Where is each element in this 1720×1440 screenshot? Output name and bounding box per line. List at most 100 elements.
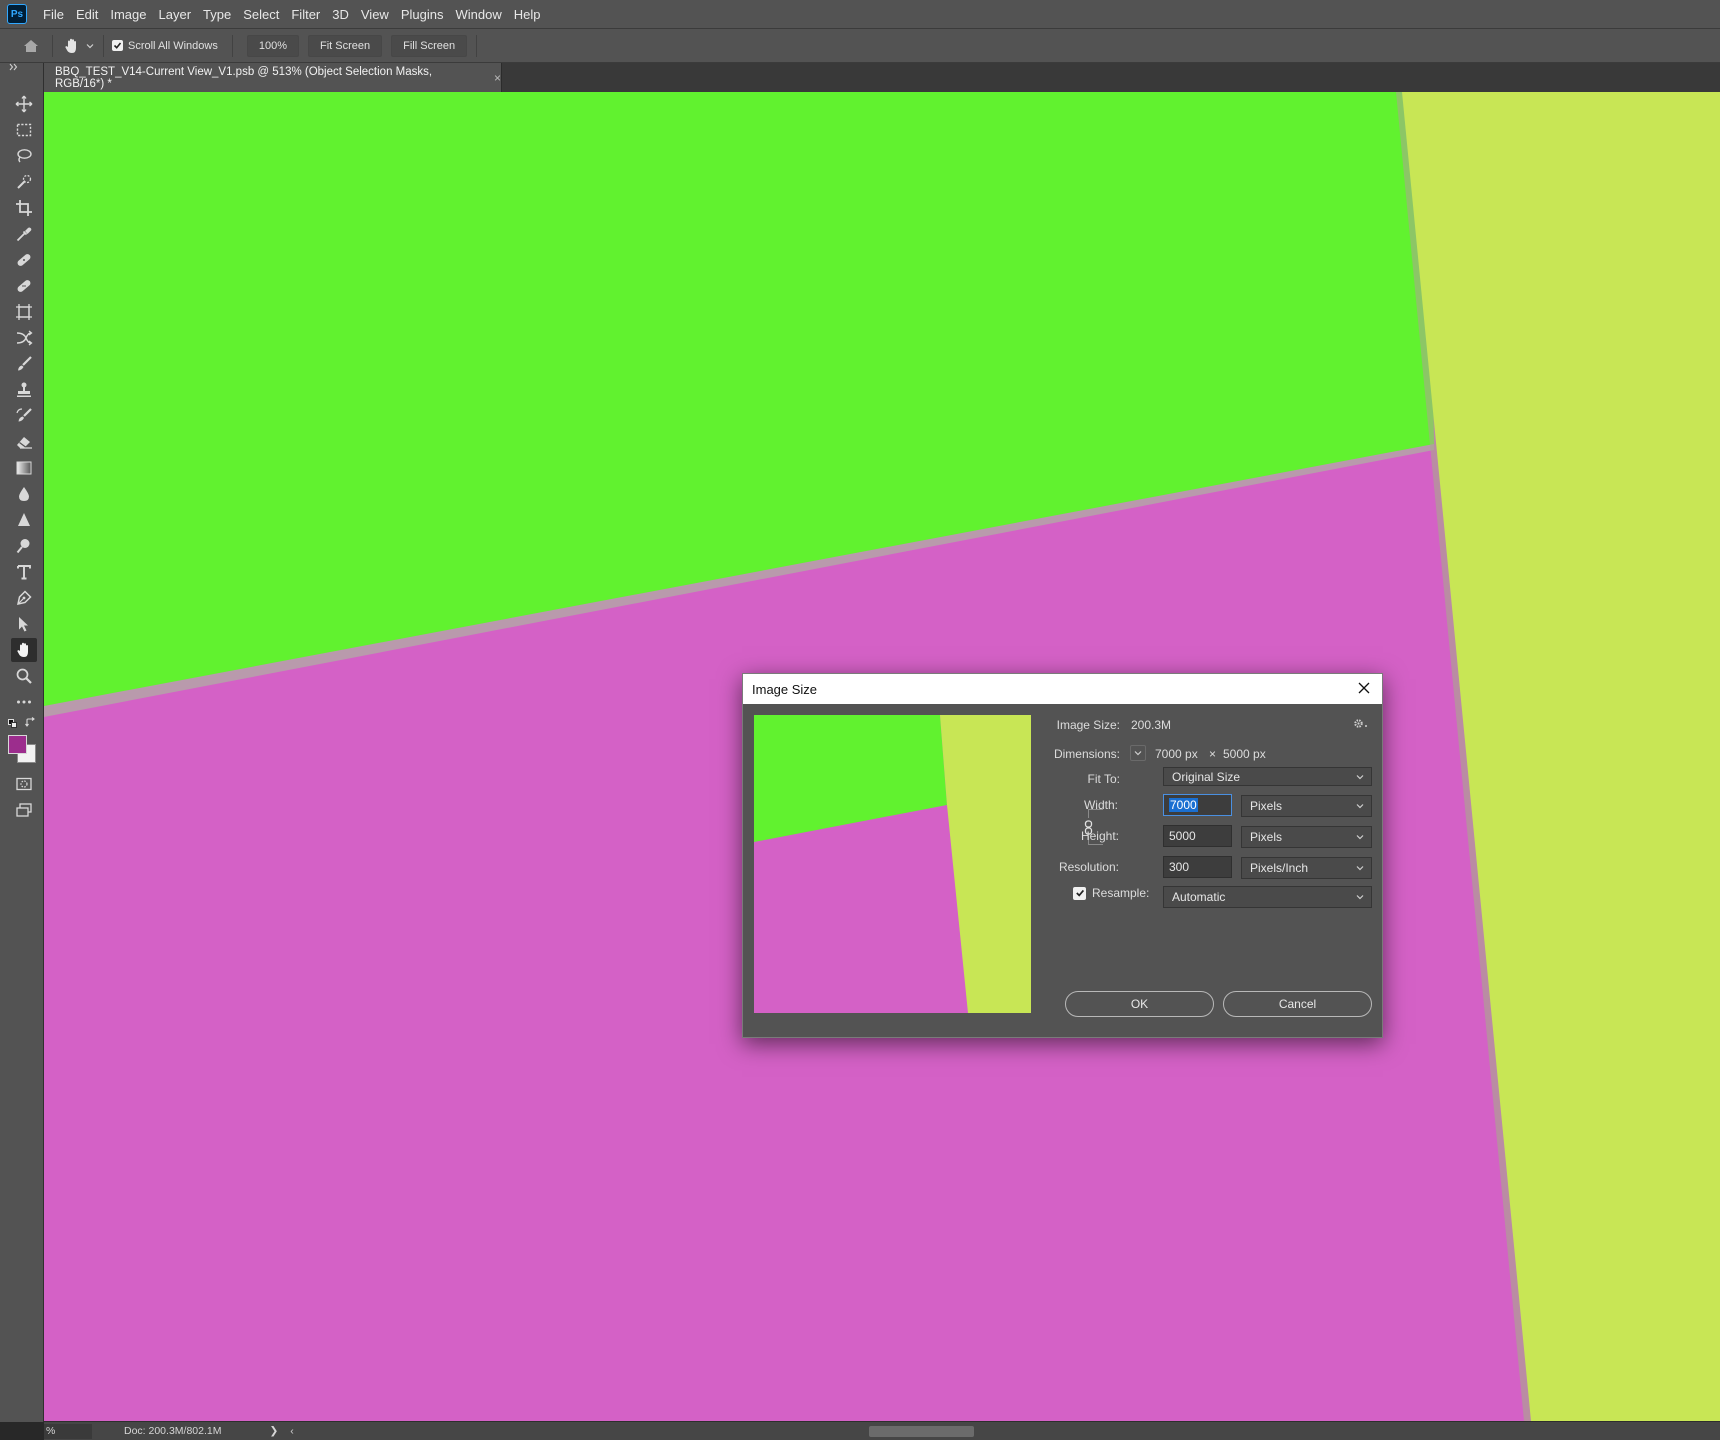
more-icon xyxy=(17,700,31,704)
blur-tool[interactable] xyxy=(11,482,37,506)
marquee-tool[interactable] xyxy=(11,118,37,142)
image-preview[interactable] xyxy=(754,715,1031,1013)
resolution-input[interactable]: 300 xyxy=(1163,856,1232,878)
menu-layer[interactable]: Layer xyxy=(153,0,198,29)
menu-filter[interactable]: Filter xyxy=(285,0,326,29)
tools-panel xyxy=(0,63,44,1422)
resolution-input-value: 300 xyxy=(1169,860,1190,874)
edit-toolbar[interactable] xyxy=(11,690,37,714)
photoshop-logo[interactable]: Ps xyxy=(7,4,27,24)
width-unit-select[interactable]: Pixels xyxy=(1241,795,1372,817)
width-label: Width: xyxy=(1083,798,1118,812)
eyedropper-tool[interactable] xyxy=(11,222,37,246)
hand-tool[interactable] xyxy=(11,638,37,662)
resolution-unit-select[interactable]: Pixels/Inch xyxy=(1241,857,1372,879)
move-tool[interactable] xyxy=(11,92,37,116)
frame-tool[interactable] xyxy=(11,300,37,324)
chevron-down-icon xyxy=(1356,895,1364,900)
close-icon[interactable] xyxy=(1354,678,1374,698)
resample-method-value: Automatic xyxy=(1172,890,1226,904)
gradient-icon xyxy=(16,461,32,475)
menu-file[interactable]: File xyxy=(37,0,70,29)
dimensions-units-dropdown[interactable] xyxy=(1130,745,1146,761)
fit-screen-button[interactable]: Fit Screen xyxy=(308,34,383,57)
status-bar: % Doc: 200.3M/802.1M ❯ ‹ xyxy=(44,1421,1720,1440)
height-input[interactable]: 5000 xyxy=(1163,825,1232,847)
foreground-color-swatch[interactable] xyxy=(8,735,27,754)
zoom-100-button[interactable]: 100% xyxy=(246,34,299,57)
content-aware-move-tool[interactable] xyxy=(11,326,37,350)
menu-view[interactable]: View xyxy=(355,0,395,29)
menu-window[interactable]: Window xyxy=(449,0,507,29)
sharpen-tool[interactable] xyxy=(11,508,37,532)
menu-plugins[interactable]: Plugins xyxy=(395,0,450,29)
height-unit-select[interactable]: Pixels xyxy=(1241,826,1372,848)
lasso-tool[interactable] xyxy=(11,144,37,168)
menu-type[interactable]: Type xyxy=(197,0,237,29)
clone-stamp-tool[interactable] xyxy=(11,378,37,402)
hand-icon xyxy=(65,38,76,53)
zoom-tool[interactable] xyxy=(11,664,37,688)
lasso-icon xyxy=(17,149,32,163)
dialog-titlebar[interactable]: Image Size xyxy=(743,674,1382,704)
collapse-panel-icon[interactable] xyxy=(9,63,18,74)
quick-mask-button[interactable] xyxy=(11,772,37,796)
menu-edit[interactable]: Edit xyxy=(70,0,104,29)
fit-to-select[interactable]: Original Size xyxy=(1163,767,1372,786)
scroll-all-windows-checkbox[interactable]: Scroll All Windows xyxy=(112,40,218,52)
bandage-icon xyxy=(17,280,31,292)
type-tool[interactable] xyxy=(11,560,37,584)
preview-image xyxy=(754,715,1031,1013)
cancel-button[interactable]: Cancel xyxy=(1223,991,1372,1017)
document-tab[interactable]: BBQ_TEST_V14-Current View_V1.psb @ 513% … xyxy=(44,63,502,92)
history-brush-tool[interactable] xyxy=(11,404,37,428)
width-input[interactable]: 7000 xyxy=(1163,794,1232,816)
close-tab-icon[interactable]: × xyxy=(494,71,501,85)
frame-icon xyxy=(16,304,32,320)
crop-tool[interactable] xyxy=(11,196,37,220)
history-brush-icon xyxy=(16,408,32,422)
triangle-icon xyxy=(18,513,30,526)
dodge-tool[interactable] xyxy=(11,534,37,558)
options-separator xyxy=(476,34,478,57)
chevron-down-icon xyxy=(86,43,94,48)
object-selection-tool[interactable] xyxy=(11,170,37,194)
options-separator xyxy=(231,34,233,57)
dimensions-width-value: 7000 px xyxy=(1155,747,1198,761)
screen-mode-button[interactable] xyxy=(11,798,37,822)
resample-method-select[interactable]: Automatic xyxy=(1163,886,1372,908)
fill-screen-button[interactable]: Fill Screen xyxy=(391,34,468,57)
image-size-value: 200.3M xyxy=(1131,718,1172,732)
swap-colors-icon[interactable] xyxy=(25,717,36,731)
healing-brush-tool[interactable] xyxy=(11,274,37,298)
resample-checkbox[interactable]: Resample: xyxy=(1073,886,1149,900)
height-label: Height: xyxy=(1080,829,1119,843)
status-menu-arrow[interactable]: ❯ xyxy=(269,1425,278,1437)
brush-tool[interactable] xyxy=(11,352,37,376)
zoom-level-field[interactable]: % xyxy=(44,1423,92,1439)
rect-marquee-icon xyxy=(16,123,32,137)
default-colors-icon[interactable] xyxy=(8,719,18,729)
menu-3d[interactable]: 3D xyxy=(326,0,355,29)
pen-tool[interactable] xyxy=(11,586,37,610)
menu-select[interactable]: Select xyxy=(237,0,285,29)
menu-bar: Ps File Edit Image Layer Type Select Fil… xyxy=(0,0,1720,29)
eraser-tool[interactable] xyxy=(11,430,37,454)
menu-image[interactable]: Image xyxy=(104,0,152,29)
document-info[interactable]: Doc: 200.3M/802.1M xyxy=(124,1425,221,1437)
document-tab-strip: BBQ_TEST_V14-Current View_V1.psb @ 513% … xyxy=(0,63,1720,92)
ok-button[interactable]: OK xyxy=(1065,991,1214,1017)
dimensions-label: Dimensions: xyxy=(1053,747,1120,761)
home-icon[interactable] xyxy=(18,35,44,57)
gear-icon[interactable] xyxy=(1353,718,1368,729)
spot-healing-tool[interactable] xyxy=(11,248,37,272)
hand-icon xyxy=(17,642,28,657)
gradient-tool[interactable] xyxy=(11,456,37,480)
scroll-left-arrow[interactable]: ‹ xyxy=(290,1425,294,1437)
brush-icon xyxy=(18,356,32,371)
menu-help[interactable]: Help xyxy=(508,0,547,29)
path-selection-tool[interactable] xyxy=(11,612,37,636)
eyedropper-icon xyxy=(16,227,32,242)
tool-preset-picker[interactable] xyxy=(63,37,95,55)
horizontal-scrollbar-thumb[interactable] xyxy=(869,1426,974,1437)
